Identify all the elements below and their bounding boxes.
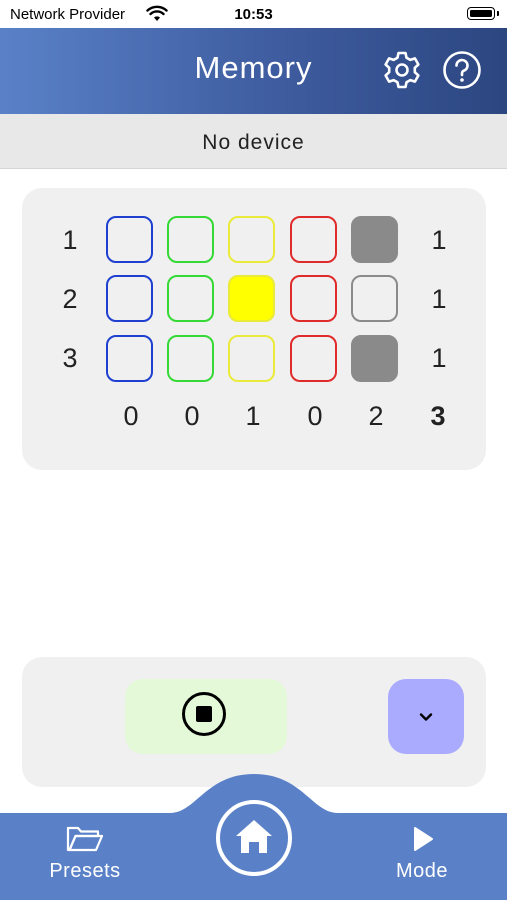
- row-label: 3: [62, 343, 78, 373]
- grid-cell[interactable]: [106, 216, 153, 263]
- device-status-bar: No device: [0, 114, 507, 169]
- grid-cell[interactable]: [228, 275, 275, 322]
- gear-icon[interactable]: [382, 50, 422, 90]
- stop-button[interactable]: [125, 679, 287, 754]
- row-value: 1: [431, 225, 447, 255]
- row-label: 1: [62, 225, 78, 255]
- battery-icon: [467, 7, 495, 20]
- column-value: 0: [307, 401, 323, 431]
- row-value: 1: [431, 343, 447, 373]
- stop-circle-icon: [182, 692, 226, 736]
- grid-cell[interactable]: [167, 216, 214, 263]
- dropdown-button[interactable]: [388, 679, 464, 754]
- status-bar: Network Provider 10:53: [0, 0, 507, 28]
- grid-cell[interactable]: [228, 335, 275, 382]
- column-total: 3: [430, 401, 446, 431]
- grid-cell[interactable]: [167, 275, 214, 322]
- tab-mode[interactable]: Mode: [380, 812, 464, 883]
- grid-cell[interactable]: [167, 335, 214, 382]
- grid-cell[interactable]: [351, 216, 398, 263]
- memory-grid-card: 1 2 3 1 1 1 0 0 1 0 2 3: [22, 188, 486, 470]
- grid-cell[interactable]: [290, 216, 337, 263]
- row-label: 2: [62, 284, 78, 314]
- column-value: 2: [368, 401, 384, 431]
- play-icon: [414, 827, 433, 851]
- row-value: 1: [431, 284, 447, 314]
- folder-icon: [66, 826, 104, 852]
- control-card: [22, 657, 486, 787]
- app-header: Memory: [0, 28, 507, 114]
- grid-cell[interactable]: [351, 275, 398, 322]
- help-icon[interactable]: [442, 50, 482, 90]
- tab-presets-label: Presets: [49, 860, 121, 882]
- grid-cell[interactable]: [290, 275, 337, 322]
- column-value: 0: [123, 401, 139, 431]
- grid-cell[interactable]: [106, 335, 153, 382]
- home-button[interactable]: [216, 800, 292, 876]
- column-value: 1: [245, 401, 261, 431]
- page-title: Memory: [194, 50, 313, 85]
- grid-cell[interactable]: [228, 216, 275, 263]
- chevron-down-icon: [419, 713, 433, 721]
- tab-presets[interactable]: Presets: [40, 812, 130, 883]
- grid-cell[interactable]: [351, 335, 398, 382]
- battery-cap: [497, 11, 499, 16]
- grid-cell[interactable]: [106, 275, 153, 322]
- tab-mode-label: Mode: [395, 860, 449, 882]
- device-status: No device: [202, 131, 305, 154]
- home-icon: [236, 820, 272, 853]
- grid-cell[interactable]: [290, 335, 337, 382]
- column-value: 0: [184, 401, 200, 431]
- clock: 10:53: [234, 6, 273, 23]
